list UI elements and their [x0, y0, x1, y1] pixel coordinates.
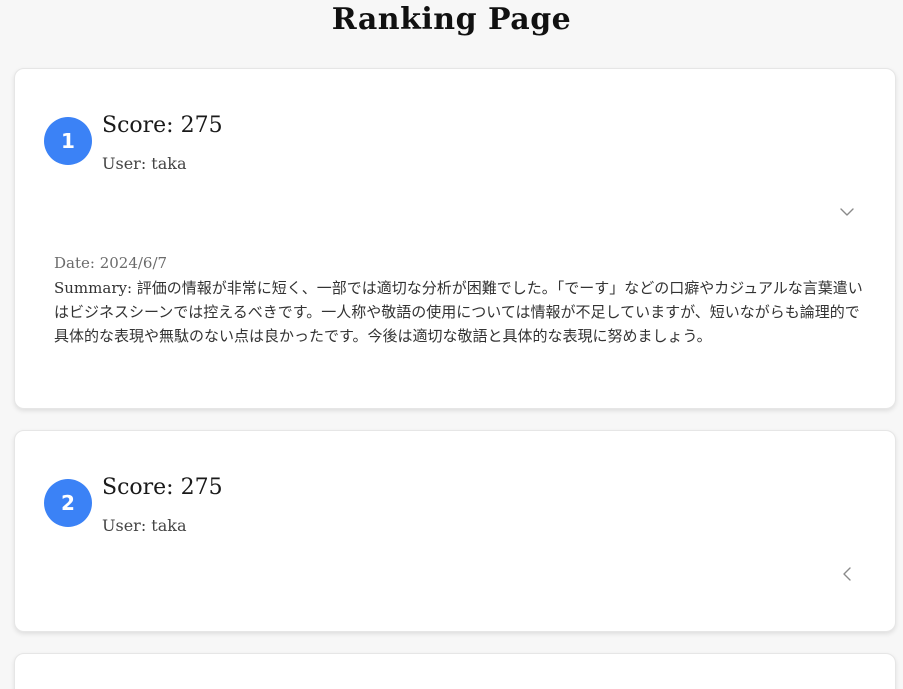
- summary-text: Summary: 評価の情報が非常に短く、一部では適切な分析が困難でした。「でー…: [54, 279, 863, 345]
- score-text: Score: 275: [102, 113, 223, 138]
- rank-badge: 2: [44, 479, 92, 527]
- page-title: Ranking Page: [331, 2, 572, 37]
- chevron-left-icon[interactable]: [839, 566, 855, 582]
- ranking-card: 2 Score: 275 User: taka: [14, 430, 896, 632]
- rank-badge: 1: [44, 117, 92, 165]
- score-text: Score: 275: [102, 475, 223, 500]
- chevron-down-icon[interactable]: [839, 204, 855, 220]
- user-text: User: taka: [102, 516, 187, 535]
- ranking-card: [14, 653, 896, 689]
- ranking-card: 1 Score: 275 User: taka Date: 2024/6/7 S…: [14, 68, 896, 409]
- user-text: User: taka: [102, 154, 187, 173]
- date-text: Date: 2024/6/7: [54, 254, 168, 272]
- ranking-page: Ranking Page 1 Score: 275 User: taka Dat…: [0, 0, 903, 689]
